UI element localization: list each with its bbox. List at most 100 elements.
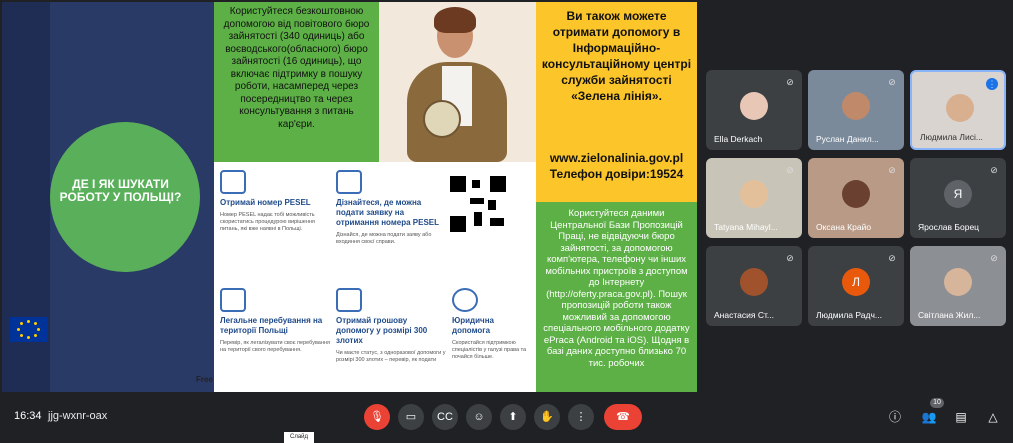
raise-hand-button[interactable]: ✋ <box>534 404 560 430</box>
camera-toggle-button[interactable]: ▭ <box>398 404 424 430</box>
avatar <box>842 92 870 120</box>
card-pesel: Отримай номер PESEL Номер PESEL надає то… <box>220 170 330 233</box>
present-screen-icon: ⬆ <box>508 411 518 423</box>
slide-green-text: Користуйтеся безкоштовною допомогою від … <box>223 6 370 130</box>
participant-tile[interactable]: ⊘ Анастасия Ст... <box>706 246 802 326</box>
slide-yellow-box: Ви також можете отримати допомогу в Інфо… <box>536 2 697 202</box>
participant-tile[interactable]: ⊘ Я Ярослав Борец <box>910 158 1006 238</box>
present-button[interactable]: ⬆ <box>500 404 526 430</box>
more-options-button[interactable]: ⋮ <box>568 404 594 430</box>
mic-off-icon: ⊘ <box>786 253 794 263</box>
more-vertical-icon: ⋮ <box>575 411 587 423</box>
card-title: Юридична допомога <box>452 316 494 335</box>
mic-off-icon: ⊘ <box>786 165 794 175</box>
reactions-button[interactable]: ☺ <box>466 404 492 430</box>
participant-tile[interactable]: ⊘ Tatyana Mihayl... <box>706 158 802 238</box>
card-money: Отримай грошову допомогу у розмірі 300 з… <box>336 288 446 364</box>
avatar <box>740 268 768 296</box>
participant-tile[interactable]: ⊘ Руслан Данил... <box>808 70 904 150</box>
eu-flag-icon <box>10 317 48 342</box>
mic-off-icon: ⊘ <box>786 77 794 87</box>
participant-name: Анастасия Ст... <box>714 310 775 320</box>
chat-icon: ▤ <box>955 410 967 424</box>
captions-icon: CC <box>437 411 453 423</box>
paragraph-icon <box>452 288 478 312</box>
avatar <box>740 180 768 208</box>
slide-phone: Телефон довіри:19524 <box>549 167 684 181</box>
speaking-indicator-icon: ⋮ <box>986 78 998 90</box>
participant-name: Руслан Данил... <box>816 134 879 144</box>
card-desc: Номер PESEL надає тобі можливість скорис… <box>220 212 315 232</box>
slide-green-box-2: Користуйтеся даними Центральної Бази Про… <box>536 202 697 392</box>
slide-green2-text: Користуйтеся даними Центральної Бази Про… <box>543 208 690 369</box>
card-pesel-where: Дізнайтеся, де можна подати заявку на от… <box>336 170 446 246</box>
card-title: Отримай номер PESEL <box>220 198 311 207</box>
participant-name: Людмила Радч... <box>816 310 882 320</box>
slide-cards-area: Отримай номер PESEL Номер PESEL надає то… <box>214 162 536 392</box>
captions-button[interactable]: CC <box>432 404 458 430</box>
meeting-info-button[interactable]: ⓘ <box>886 408 904 426</box>
phone-hangup-icon: ☎ <box>616 411 630 423</box>
meeting-time: 16:34 <box>14 410 42 422</box>
people-icon: 👥 <box>921 410 937 424</box>
avatar <box>842 180 870 208</box>
participant-tile[interactable]: ⊘ Оксана Крайо <box>808 158 904 238</box>
slide-free-label: Free <box>196 375 213 384</box>
shapes-icon: △ <box>988 410 998 424</box>
slide-left-panel: ДЕ І ЯК ШУКАТИ РОБОТУ У ПОЛЬЩІ? <box>2 2 214 392</box>
card-legal-help: Юридична допомога Скористайся підтримкою… <box>452 288 532 361</box>
slide-yellow-contacts: www.zielonalinia.gov.pl Телефон довіри:1… <box>540 150 693 182</box>
meeting-code: jjg-wxnr-oax <box>48 410 108 422</box>
hand-icon: ✋ <box>540 411 554 423</box>
qr-code-icon <box>450 176 506 232</box>
slide-photo <box>379 2 536 162</box>
participant-name: Ярослав Борец <box>918 222 980 232</box>
avatar: Л <box>842 268 870 296</box>
mic-off-icon: ⊘ <box>888 165 896 175</box>
card-legal-stay: Легальне перебування на території Польщі… <box>220 288 330 354</box>
control-tooltip: Слайд <box>284 432 314 443</box>
participant-name: Людмила Лисі... <box>920 132 983 142</box>
participant-tile-speaking[interactable]: ⋮ Людмила Лисі... <box>910 70 1006 150</box>
slide-yellow-text: Ви також можете отримати допомогу в Інфо… <box>541 9 692 103</box>
activities-button[interactable]: △ <box>984 408 1002 426</box>
card-desc: Дізнайся, де можна подати заяву або вход… <box>336 232 432 245</box>
avatar <box>946 94 974 122</box>
card-desc: Перевір, як легалізувати своє перебуванн… <box>220 340 330 353</box>
photo-hair <box>434 7 476 33</box>
participant-name: Ella Derkach <box>714 134 763 144</box>
card-title: Отримай грошову допомогу у розмірі 300 з… <box>336 316 428 345</box>
mic-off-icon: ⊘ <box>888 77 896 87</box>
house-icon <box>336 170 362 194</box>
card-desc: Чи маєте статус, з одноразової допомоги … <box>336 350 446 363</box>
globe-icon <box>423 100 461 138</box>
participant-tile[interactable]: ⊘ Л Людмила Радч... <box>808 246 904 326</box>
slide-website: www.zielonalinia.gov.pl <box>549 151 684 165</box>
shared-presentation: ДЕ І ЯК ШУКАТИ РОБОТУ У ПОЛЬЩІ? Користуй… <box>2 2 697 392</box>
card-title: Дізнайтеся, де можна подати заявку на от… <box>336 198 439 227</box>
mic-off-icon: 🎙 <box>370 411 384 423</box>
info-icon: ⓘ <box>888 410 901 424</box>
participant-name: Оксана Крайо <box>816 222 872 232</box>
slide-green-box: Користуйтеся безкоштовною допомогою від … <box>214 2 379 162</box>
map-icon <box>220 288 246 312</box>
card-title: Легальне перебування на території Польщі <box>220 316 323 335</box>
slide-left-title: ДЕ І ЯК ШУКАТИ РОБОТУ У ПОЛЬЩІ? <box>59 177 182 204</box>
mic-toggle-button[interactable]: 🎙 <box>364 404 390 430</box>
card-desc: Скористайся підтримкою спеціалістів у га… <box>452 340 527 360</box>
participant-tile[interactable]: ⊘ Світлана Жил... <box>910 246 1006 326</box>
avatar <box>740 92 768 120</box>
id-card-icon <box>220 170 246 194</box>
avatar <box>944 268 972 296</box>
participant-name: Tatyana Mihayl... <box>714 222 778 232</box>
coins-icon <box>336 288 362 312</box>
participant-tile[interactable]: ⊘ Ella Derkach <box>706 70 802 150</box>
avatar: Я <box>944 180 972 208</box>
emoji-icon: ☺ <box>473 411 485 423</box>
mic-off-icon: ⊘ <box>888 253 896 263</box>
people-button[interactable]: 👥 <box>920 408 938 426</box>
participant-count-badge: 10 <box>930 398 944 408</box>
mic-off-icon: ⊘ <box>990 253 998 263</box>
chat-button[interactable]: ▤ <box>952 408 970 426</box>
end-call-button[interactable]: ☎ <box>604 404 642 430</box>
